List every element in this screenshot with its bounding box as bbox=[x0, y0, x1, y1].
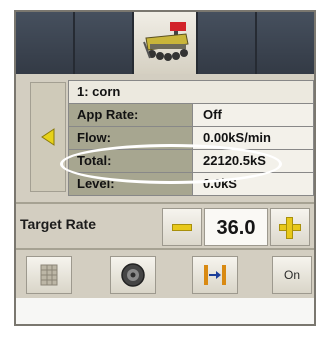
minus-icon bbox=[172, 224, 192, 231]
bottom-strip bbox=[16, 298, 314, 324]
row-label: App Rate: bbox=[69, 104, 193, 126]
decrease-rate-button[interactable] bbox=[162, 208, 202, 246]
gauge-icon bbox=[121, 263, 145, 287]
section-width-icon bbox=[204, 265, 226, 285]
table-row: App Rate: Off bbox=[68, 103, 314, 126]
tab-4[interactable] bbox=[198, 12, 257, 74]
row-label: Total: bbox=[69, 150, 193, 172]
row-value: 22120.5kS bbox=[193, 150, 313, 172]
row-label: Flow: bbox=[69, 127, 193, 149]
increase-rate-button[interactable] bbox=[270, 208, 310, 246]
grid-icon bbox=[40, 264, 58, 286]
table-row: Flow: 0.00kS/min bbox=[68, 126, 314, 149]
row-value: Off bbox=[193, 104, 313, 126]
on-button-label: On bbox=[283, 268, 300, 282]
row-value: 0.0kS bbox=[193, 173, 313, 195]
tab-2[interactable] bbox=[75, 12, 134, 74]
grid-button[interactable] bbox=[26, 256, 72, 294]
product-name: 1: corn bbox=[68, 80, 314, 103]
bottom-toolbar: On bbox=[16, 248, 314, 298]
tab-1[interactable] bbox=[16, 12, 75, 74]
target-rate-label: Target Rate bbox=[20, 216, 96, 232]
row-label: Level: bbox=[69, 173, 193, 195]
table-row: Level: 0.0kS bbox=[68, 172, 314, 196]
previous-product-button[interactable] bbox=[30, 82, 66, 192]
target-rate-row: Target Rate 36.0 bbox=[16, 202, 314, 250]
product-info: 1: corn App Rate: Off Flow: 0.00kS/min T… bbox=[16, 74, 314, 202]
planter-icon bbox=[143, 22, 189, 61]
tab-5[interactable] bbox=[257, 12, 314, 74]
plus-icon bbox=[286, 217, 293, 239]
on-button[interactable]: On bbox=[272, 256, 312, 294]
product-table: 1: corn App Rate: Off Flow: 0.00kS/min T… bbox=[68, 80, 314, 196]
tab-bar bbox=[16, 12, 314, 74]
section-width-button[interactable] bbox=[192, 256, 238, 294]
tab-planter[interactable] bbox=[134, 12, 198, 74]
arrow-left-icon bbox=[41, 128, 55, 146]
table-row: Total: 22120.5kS bbox=[68, 149, 314, 172]
rate-control-panel: 1: corn App Rate: Off Flow: 0.00kS/min T… bbox=[14, 10, 316, 326]
target-rate-value: 36.0 bbox=[204, 208, 268, 246]
gauge-button[interactable] bbox=[110, 256, 156, 294]
row-value: 0.00kS/min bbox=[193, 127, 313, 149]
